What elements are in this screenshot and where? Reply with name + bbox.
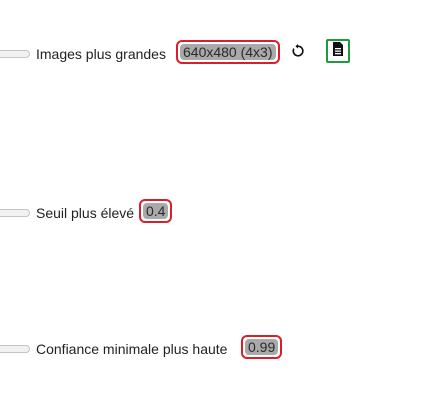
threshold-label: Seuil plus élevé — [36, 205, 135, 221]
document-button[interactable] — [326, 39, 350, 63]
threshold-slider[interactable] — [0, 209, 30, 217]
min-confidence-label: Confiance minimale plus haute — [36, 341, 228, 357]
reset-icon[interactable] — [290, 43, 306, 59]
min-confidence-slider[interactable] — [0, 345, 30, 353]
min-confidence-value: 0.99 — [245, 339, 279, 355]
threshold-value: 0.4 — [143, 203, 169, 219]
image-size-label: Images plus grandes — [36, 46, 166, 62]
min-confidence-value-badge: 0.99 — [241, 335, 283, 359]
image-size-value-badge: 640x480 (4x3) — [176, 40, 280, 64]
image-size-value: 640x480 (4x3) — [180, 44, 276, 60]
threshold-value-badge: 0.4 — [139, 199, 173, 223]
image-size-slider[interactable] — [0, 50, 30, 58]
document-icon — [331, 41, 345, 62]
